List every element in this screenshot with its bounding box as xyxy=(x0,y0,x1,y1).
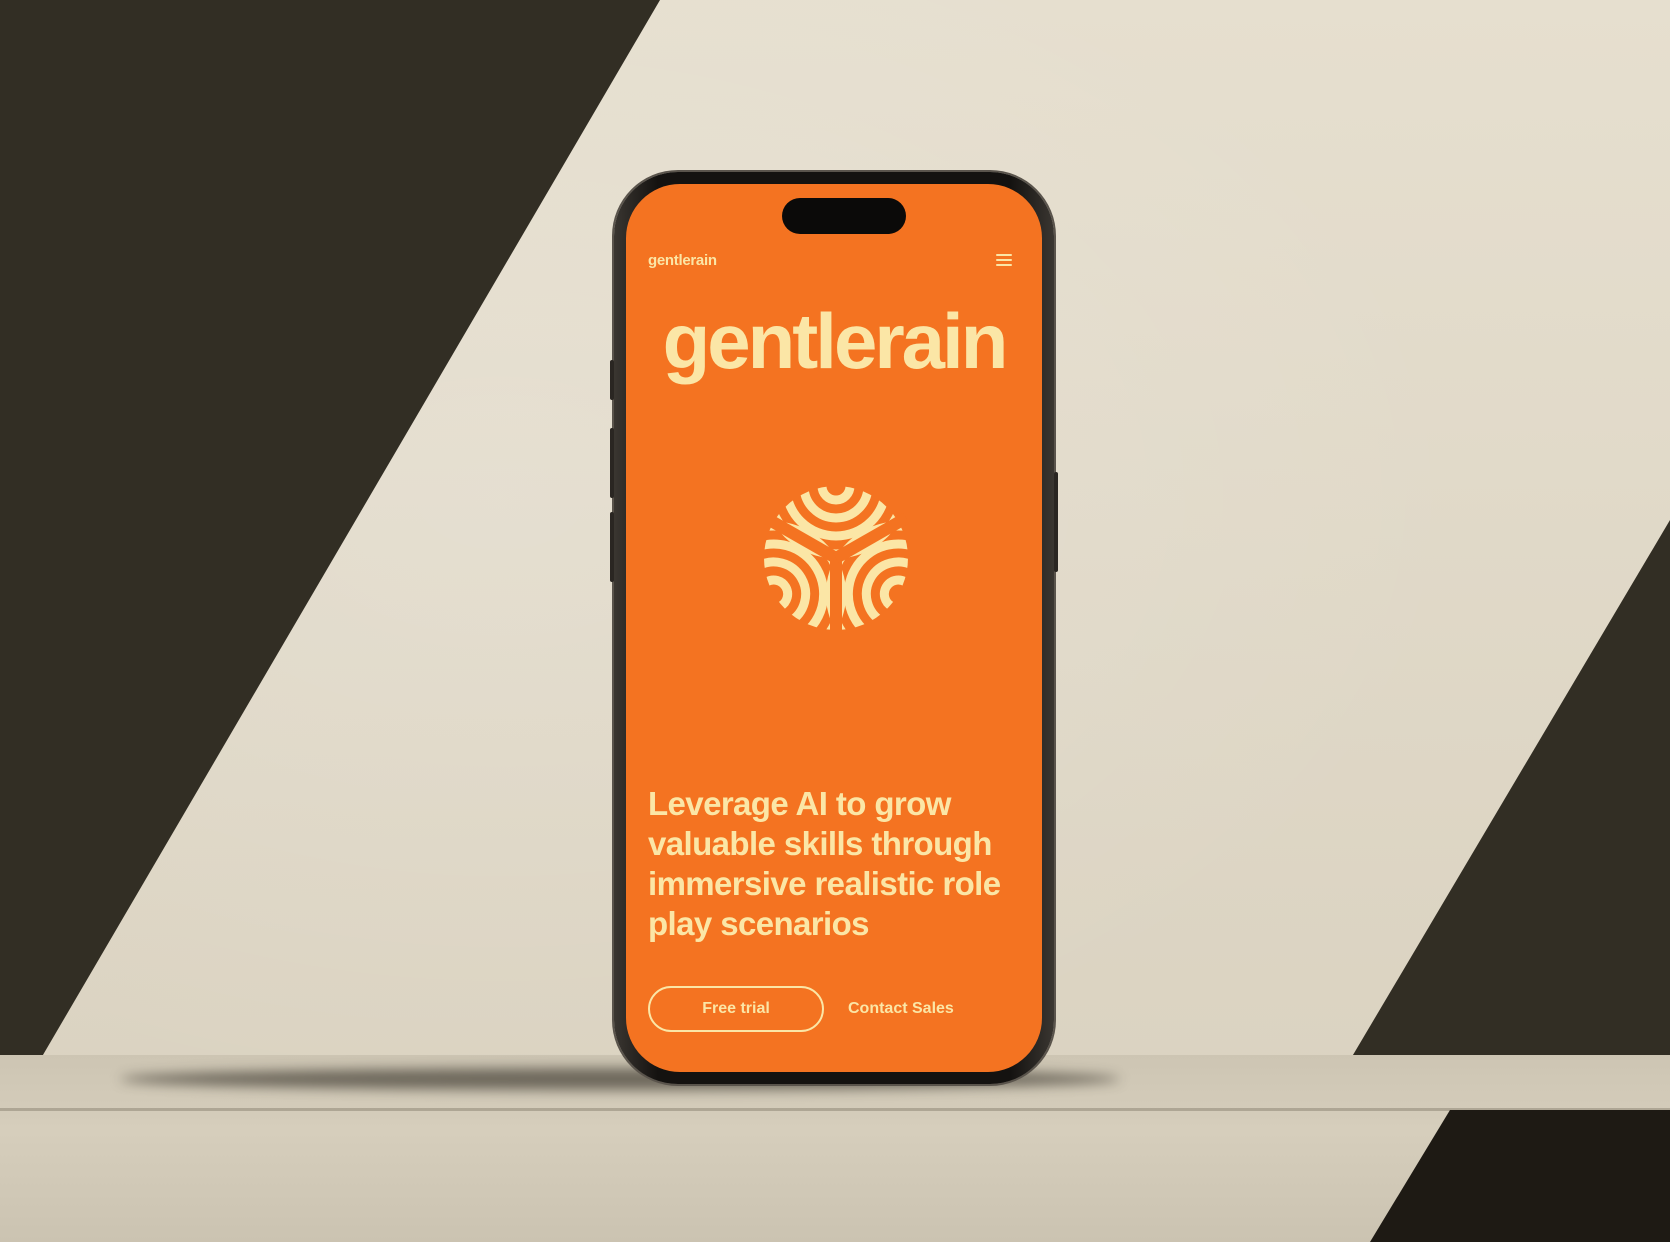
phone-power-button xyxy=(1054,472,1058,572)
nav-brand-logo[interactable]: gentlerain xyxy=(648,252,717,269)
free-trial-button[interactable]: Free trial xyxy=(648,986,824,1032)
hero-title: gentlerain xyxy=(662,297,1009,385)
phone-screen: gentlerain gentlerain Leverage AI to gro… xyxy=(626,184,1042,1072)
phone-action-button xyxy=(610,360,614,400)
contact-sales-link[interactable]: Contact Sales xyxy=(848,986,954,1032)
shelf-edge xyxy=(0,1108,1670,1111)
hero-tagline: Leverage AI to grow valuable skills thro… xyxy=(648,785,1001,942)
mockup-scene: gentlerain gentlerain Leverage AI to gro… xyxy=(0,0,1670,1242)
hamburger-menu-icon[interactable] xyxy=(996,254,1012,266)
phone-volume-down-button xyxy=(610,512,614,582)
phone-device: gentlerain gentlerain Leverage AI to gro… xyxy=(610,172,1058,1084)
dynamic-island xyxy=(782,198,906,234)
phone-volume-up-button xyxy=(610,428,614,498)
gentlerain-logo-mark-icon xyxy=(763,486,909,632)
